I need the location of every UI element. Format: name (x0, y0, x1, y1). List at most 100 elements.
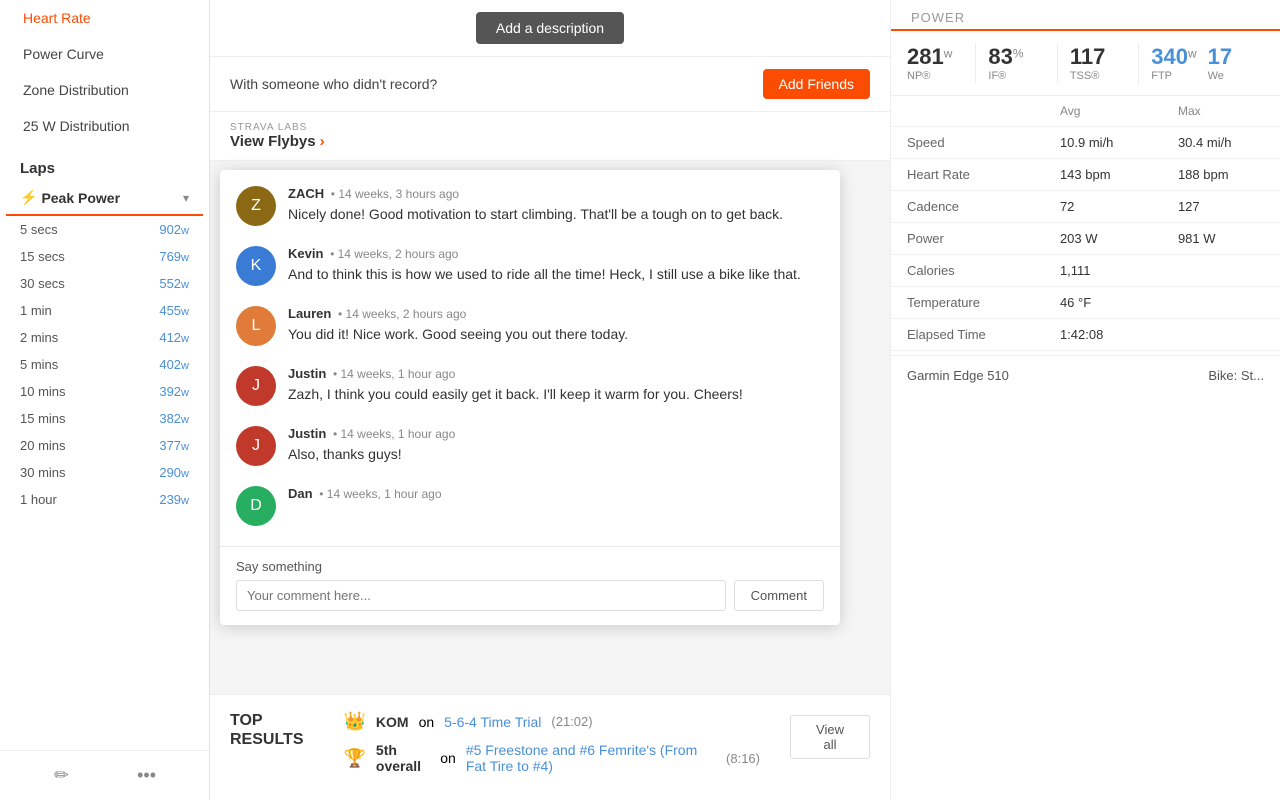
power-row: 1 min455w (0, 297, 209, 324)
comments-modal: Z ZACH • 14 weeks, 3 hours ago Nicely do… (220, 170, 840, 625)
comment-item: K Kevin • 14 weeks, 2 hours ago And to t… (236, 246, 824, 286)
metric-label: Power (891, 223, 1044, 255)
view-flybys-link[interactable]: View Flybys › (230, 133, 870, 156)
metric-row: Cadence 72 127 (891, 191, 1280, 223)
metric-label: Elapsed Time (891, 319, 1044, 351)
sidebar-item-25w-distribution[interactable]: 25 W Distribution (0, 108, 209, 144)
power-stats-row: 281w NP® 83% IF® 117 TSS® 340w FTP 17 We (891, 31, 1280, 96)
comment-time: 14 weeks, 1 hour ago (341, 367, 456, 381)
stat-block: 83% IF® (988, 44, 1044, 82)
comment-avatar: J (236, 366, 276, 406)
chevron-down-icon: ▾ (183, 191, 189, 205)
metric-label: Calories (891, 255, 1044, 287)
comment-time: 14 weeks, 1 hour ago (341, 427, 456, 441)
power-value: 290w (159, 465, 189, 480)
sidebar: Heart Rate Power Curve Zone Distribution… (0, 0, 210, 800)
comment-author: Dan (288, 486, 313, 501)
comment-body: ZACH • 14 weeks, 3 hours ago Nicely done… (288, 186, 783, 226)
result-link[interactable]: 5-6-4 Time Trial (444, 714, 541, 730)
power-row: 15 secs769w (0, 243, 209, 270)
comment-author: ZACH (288, 186, 324, 201)
metric-max (1162, 319, 1280, 351)
power-duration: 10 mins (20, 384, 66, 399)
we-value: 17 (1208, 44, 1264, 70)
comment-meta: Kevin • 14 weeks, 2 hours ago (288, 246, 801, 261)
metric-label: Speed (891, 127, 1044, 159)
metrics-table: Avg Max Speed 10.9 mi/h 30.4 mi/h Heart … (891, 96, 1280, 351)
comment-avatar: K (236, 246, 276, 286)
view-all-button[interactable]: View all (790, 715, 870, 759)
comment-input-row: Comment (236, 580, 824, 611)
power-value: 377w (159, 438, 189, 453)
comment-body: Dan • 14 weeks, 1 hour ago (288, 486, 442, 526)
metric-avg: 203 W (1044, 223, 1162, 255)
sidebar-item-power-curve[interactable]: Power Curve (0, 36, 209, 72)
result-link[interactable]: #5 Freestone and #6 Femrite's (From Fat … (466, 742, 716, 774)
ftp-stat-block: 340w FTP (1151, 44, 1207, 82)
stat-value: 281w (907, 44, 963, 70)
metric-row: Power 203 W 981 W (891, 223, 1280, 255)
power-row: 20 mins377w (0, 432, 209, 459)
metric-max: 30.4 mi/h (1162, 127, 1280, 159)
comments-scroll-area[interactable]: Z ZACH • 14 weeks, 3 hours ago Nicely do… (220, 170, 840, 546)
result-icon: 🏆 (343, 748, 365, 769)
metric-avg: 46 °F (1044, 287, 1162, 319)
view-flybys-arrow-icon: › (320, 133, 325, 150)
metric-avg: 1,111 (1044, 255, 1162, 287)
power-row: 1 hour239w (0, 486, 209, 513)
comment-text: Nicely done! Good motivation to start cl… (288, 204, 783, 224)
add-friends-button[interactable]: Add Friends (763, 69, 870, 99)
sidebar-item-zone-distribution[interactable]: Zone Distribution (0, 72, 209, 108)
stat-block: 117 TSS® (1070, 44, 1126, 82)
stat-label: NP® (907, 70, 963, 82)
metric-row: Temperature 46 °F (891, 287, 1280, 319)
power-duration: 30 secs (20, 276, 65, 291)
comment-text: Also, thanks guys! (288, 444, 455, 464)
power-row: 15 mins 382w (0, 405, 209, 432)
power-duration: 15 secs (20, 249, 65, 264)
power-value: 455w (159, 303, 189, 318)
stat-label: IF® (988, 70, 1044, 82)
result-time: (21:02) (551, 714, 592, 729)
stat-block: 281w NP® (907, 44, 963, 82)
power-row: 30 secs 552w (0, 270, 209, 297)
device-label: Garmin Edge 510 (907, 368, 1009, 383)
power-section-header: Power (891, 0, 1280, 31)
comment-avatar: Z (236, 186, 276, 226)
sidebar-bottom-actions: ✏ ••• (0, 750, 210, 800)
metric-max (1162, 287, 1280, 319)
power-row: 5 mins402w (0, 351, 209, 378)
comment-meta: Dan • 14 weeks, 1 hour ago (288, 486, 442, 501)
comment-submit-button[interactable]: Comment (734, 580, 824, 611)
power-value: 412w (159, 330, 189, 345)
power-value: 382w (159, 411, 189, 426)
comment-input[interactable] (236, 580, 726, 611)
power-value: 552w (159, 276, 189, 291)
edit-icon[interactable]: ✏ (54, 765, 69, 786)
metric-avg: 72 (1044, 191, 1162, 223)
peak-power-label: Peak Power (41, 190, 183, 206)
sidebar-item-heart-rate[interactable]: Heart Rate (0, 0, 209, 36)
more-options-icon[interactable]: ••• (137, 765, 156, 786)
top-results-title: TOPRESULTS (230, 711, 303, 749)
power-duration: 15 mins (20, 411, 66, 426)
power-row: 30 mins 290w (0, 459, 209, 486)
power-duration: 30 mins (20, 465, 66, 480)
peak-power-header[interactable]: ⚡ Peak Power ▾ (6, 185, 203, 216)
power-duration: 5 mins (20, 357, 58, 372)
metric-row: Speed 10.9 mi/h 30.4 mi/h (891, 127, 1280, 159)
comment-avatar: D (236, 486, 276, 526)
bottom-results-section: TOPRESULTS 👑 KOM on 5-6-4 Time Trial (21… (210, 694, 890, 800)
comment-item: Z ZACH • 14 weeks, 3 hours ago Nicely do… (236, 186, 824, 226)
comment-item: D Dan • 14 weeks, 1 hour ago (236, 486, 824, 526)
comment-input-area: Say something Comment (220, 546, 840, 625)
max-column-header: Max (1162, 96, 1280, 127)
stat-value: 83% (988, 44, 1044, 70)
results-items: 👑 KOM on 5-6-4 Time Trial (21:02) 🏆 5th … (343, 711, 760, 784)
power-value: 239w (159, 492, 189, 507)
add-description-button[interactable]: Add a description (476, 12, 624, 44)
metric-row: Elapsed Time 1:42:08 (891, 319, 1280, 351)
metric-avg: 143 bpm (1044, 159, 1162, 191)
metric-avg: 10.9 mi/h (1044, 127, 1162, 159)
comment-author: Justin (288, 366, 326, 381)
